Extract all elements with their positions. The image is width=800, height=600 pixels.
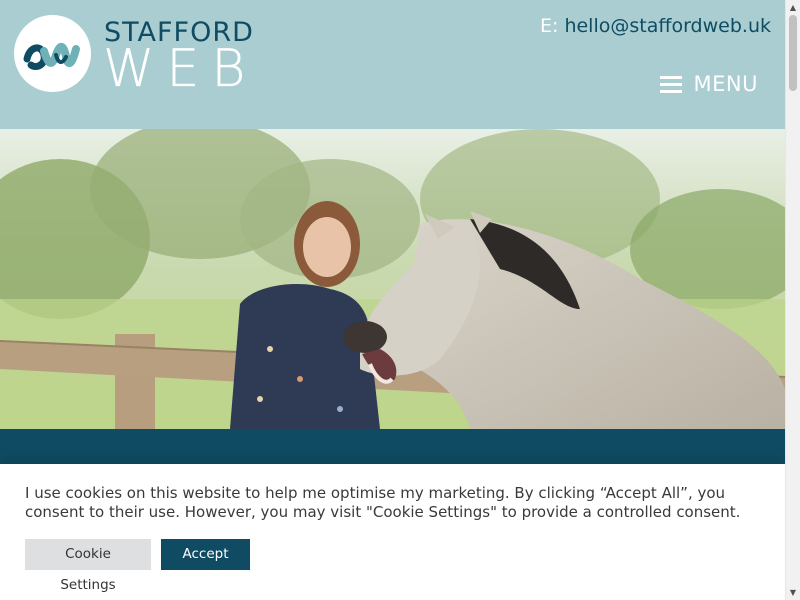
menu-label: MENU — [693, 72, 758, 96]
hero-image — [0, 129, 785, 429]
cookie-message: I use cookies on this website to help me… — [25, 484, 741, 521]
site-logo[interactable]: STAFFORD WEB — [14, 15, 254, 99]
hero-photo — [0, 129, 785, 429]
email-link[interactable]: hello@staffordweb.uk — [564, 15, 771, 37]
logo-sw-icon — [23, 43, 80, 71]
contact-email: E: hello@staffordweb.uk — [540, 15, 771, 37]
scroll-up-arrow-icon[interactable]: ▲ — [786, 0, 800, 15]
scroll-down-arrow-icon[interactable]: ▼ — [786, 585, 800, 600]
section-band — [0, 429, 785, 464]
site-header: STAFFORD WEB E: hello@staffordweb.uk MEN… — [0, 0, 785, 129]
menu-button[interactable]: MENU — [659, 72, 758, 96]
scroll-thumb[interactable] — [789, 15, 797, 91]
page: STAFFORD WEB E: hello@staffordweb.uk MEN… — [0, 0, 785, 600]
logo-text-web: WEB — [103, 39, 258, 99]
vertical-scrollbar[interactable]: ▲ ▼ — [785, 0, 800, 600]
logo-mark — [14, 15, 91, 92]
email-prefix: E: — [540, 15, 559, 37]
accept-all-button[interactable]: Accept All — [161, 539, 250, 593]
hamburger-icon — [659, 75, 682, 93]
cookie-banner: I use cookies on this website to help me… — [0, 464, 785, 600]
cookie-settings-button[interactable]: Cookie Settings — [25, 539, 151, 593]
